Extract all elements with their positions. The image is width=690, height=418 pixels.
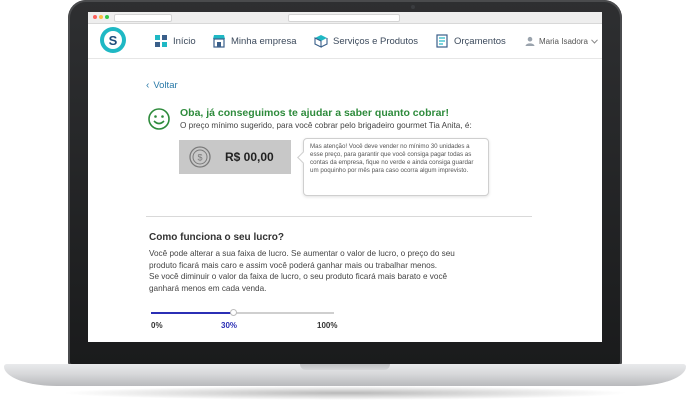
slider-max-label: 100% bbox=[317, 321, 338, 330]
nav-label-inicio: Início bbox=[173, 35, 196, 47]
slider-value-label: 30% bbox=[221, 321, 238, 330]
minimize-window-icon[interactable] bbox=[99, 15, 103, 19]
profit-section-title: Como funciona o seu lucro? bbox=[149, 232, 285, 243]
profit-section-body: Você pode alterar a sua faixa de lucro. … bbox=[149, 248, 469, 294]
profit-paragraph-1: Você pode alterar a sua faixa de lucro. … bbox=[149, 249, 455, 270]
close-window-icon[interactable] bbox=[93, 15, 97, 19]
price-box: $ R$ 00,00 bbox=[179, 140, 291, 174]
nav-item-minha-empresa[interactable]: Minha empresa bbox=[212, 32, 296, 50]
nav-label-servicos-produtos: Serviços e Produtos bbox=[333, 35, 419, 47]
profit-slider-handle[interactable] bbox=[229, 309, 237, 316]
nav-item-orcamentos[interactable]: Orçamentos bbox=[435, 32, 506, 50]
chevron-down-icon bbox=[591, 38, 598, 44]
coin-icon: $ bbox=[189, 146, 211, 168]
profit-slider-fill bbox=[151, 312, 234, 314]
address-bar[interactable] bbox=[288, 14, 400, 22]
app-logo[interactable]: S bbox=[100, 27, 126, 53]
user-menu[interactable]: Maria Isadora bbox=[525, 32, 598, 50]
nav-label-minha-empresa: Minha empresa bbox=[231, 35, 297, 47]
slider-min-label: 0% bbox=[151, 321, 163, 330]
document-icon bbox=[436, 34, 448, 48]
result-headline: Oba, já conseguimos te ajudar a saber qu… bbox=[180, 107, 449, 119]
svg-text:$: $ bbox=[197, 153, 202, 163]
nav-item-servicos-produtos[interactable]: Serviços e Produtos bbox=[314, 32, 418, 50]
user-avatar-icon bbox=[525, 36, 535, 46]
laptop-screen: S Início Minha empresa Serviços e Produt… bbox=[88, 12, 602, 342]
warning-tooltip: Mas atenção! Você deve vender no mínimo … bbox=[303, 138, 489, 196]
store-icon bbox=[213, 35, 225, 48]
nav-item-inicio[interactable]: Início bbox=[154, 32, 196, 50]
maximize-window-icon[interactable] bbox=[105, 15, 109, 19]
camera-dot bbox=[411, 5, 415, 9]
user-name: Maria Isadora bbox=[539, 36, 588, 46]
back-link[interactable]: ‹ Voltar bbox=[146, 80, 178, 91]
back-label: Voltar bbox=[153, 80, 178, 91]
laptop-shadow bbox=[60, 386, 630, 400]
nav-label-orcamentos: Orçamentos bbox=[454, 35, 506, 47]
laptop-notch bbox=[300, 364, 390, 370]
smiley-icon bbox=[148, 108, 170, 130]
section-divider bbox=[146, 216, 532, 217]
chevron-left-icon: ‹ bbox=[146, 80, 150, 91]
browser-tab[interactable] bbox=[114, 14, 172, 22]
logo-letter: S bbox=[104, 31, 122, 49]
boxes-icon bbox=[314, 35, 328, 48]
result-subline: O preço mínimo sugerido, para você cobra… bbox=[180, 121, 472, 130]
suggested-price: R$ 00,00 bbox=[225, 150, 274, 164]
app-header: S Início Minha empresa Serviços e Produt… bbox=[88, 24, 602, 59]
profit-slider[interactable] bbox=[151, 309, 334, 316]
dashboard-icon bbox=[155, 35, 167, 47]
browser-toolbar bbox=[88, 12, 602, 24]
profit-paragraph-2: Se você diminuir o valor da faixa de luc… bbox=[149, 272, 448, 293]
